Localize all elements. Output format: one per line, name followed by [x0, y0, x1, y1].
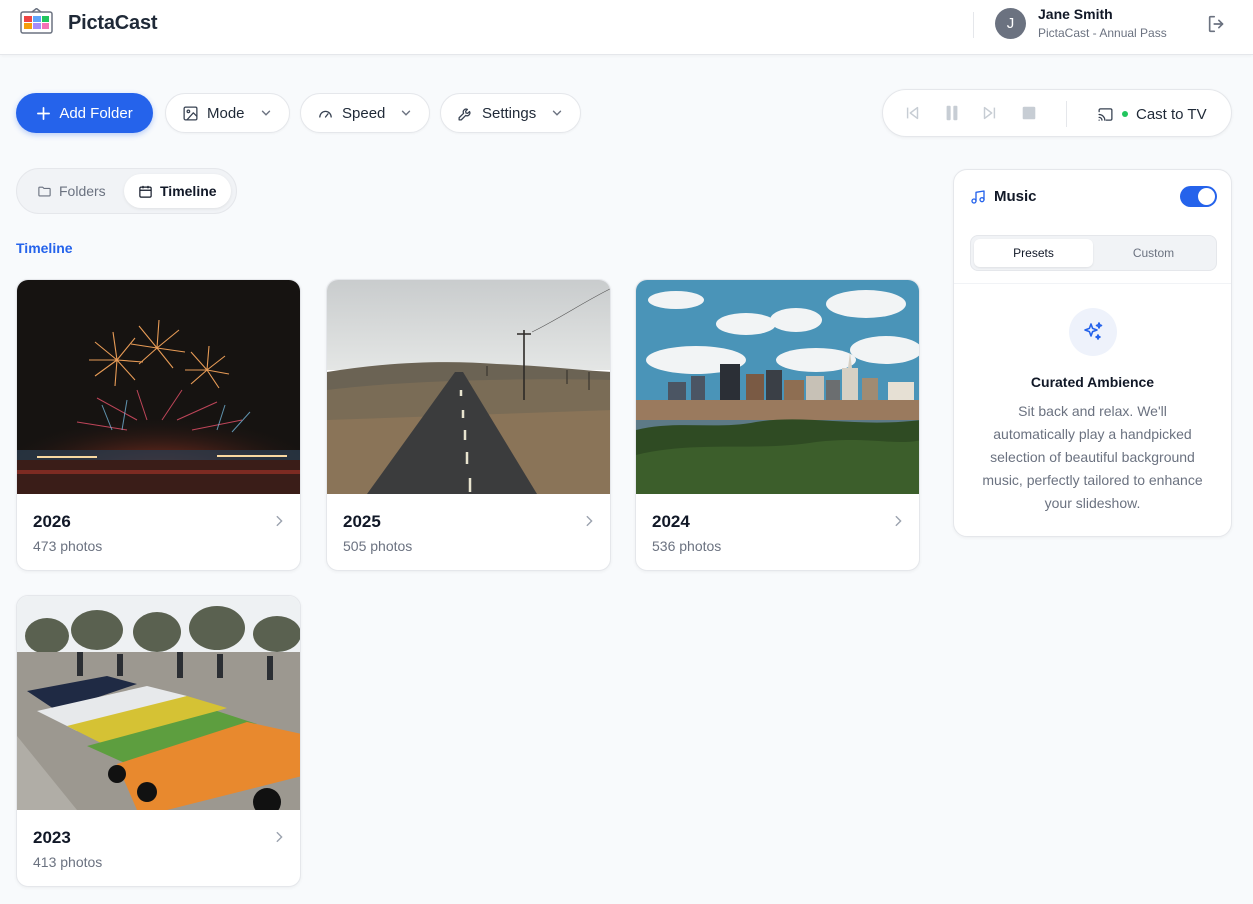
toggle-knob: [1198, 188, 1215, 205]
music-panel: Music Presets Custom Curated Ambience Si…: [953, 169, 1232, 537]
tab-custom[interactable]: Custom: [1094, 239, 1213, 267]
music-note-icon: [971, 190, 985, 204]
photo-count: 536 photos: [652, 538, 722, 554]
mode-label: Mode: [207, 104, 245, 122]
chevron-down-icon: [553, 110, 562, 116]
photo-count: 413 photos: [33, 854, 103, 870]
city-skyline-photo: [636, 280, 919, 494]
photo-count: 505 photos: [343, 538, 413, 554]
pause-icon[interactable]: [943, 104, 961, 122]
add-folder-label: Add Folder: [59, 104, 133, 122]
settings-dropdown[interactable]: Settings: [440, 93, 582, 133]
cast-label: Cast to TV: [1136, 105, 1207, 123]
sports-cars-photo: [17, 596, 300, 810]
year-title: 2023: [33, 828, 71, 847]
music-source-tabs: Presets Custom: [970, 235, 1217, 271]
user-name: Jane Smith: [1038, 6, 1113, 22]
pictacast-logo-icon: [20, 8, 53, 34]
cast-status-dot: [1122, 111, 1128, 117]
year-card-2026[interactable]: 2026 473 photos: [16, 279, 301, 571]
tab-folders-label: Folders: [59, 183, 106, 199]
year-title: 2024: [652, 512, 690, 531]
calendar-icon: [139, 185, 152, 198]
fireworks-photo: [17, 280, 300, 494]
chevron-right-icon: [276, 515, 283, 527]
chevron-right-icon: [586, 515, 593, 527]
add-folder-button[interactable]: Add Folder: [16, 93, 153, 133]
logout-icon[interactable]: [1206, 13, 1228, 35]
view-tabs: Folders Timeline: [16, 168, 237, 214]
music-divider: [954, 283, 1231, 284]
chevron-down-icon: [402, 110, 411, 116]
tab-timeline[interactable]: Timeline: [124, 174, 231, 208]
music-title: Music: [994, 188, 1037, 205]
chevron-right-icon: [895, 515, 902, 527]
chevron-down-icon: [261, 110, 270, 116]
speed-label: Speed: [342, 104, 386, 122]
music-toggle[interactable]: [1180, 186, 1217, 207]
year-card-2023[interactable]: 2023 413 photos: [16, 595, 301, 887]
tab-timeline-label: Timeline: [160, 183, 217, 199]
tab-folders[interactable]: Folders: [23, 174, 120, 208]
chevron-right-icon: [276, 831, 283, 843]
playback-controls: Cast to TV: [882, 89, 1232, 137]
section-title: Timeline: [16, 240, 73, 256]
cast-icon: [1098, 107, 1113, 121]
year-card-2024[interactable]: 2024 536 photos: [635, 279, 920, 571]
photo-count: 473 photos: [33, 538, 103, 554]
cast-to-tv-button[interactable]: Cast to TV: [1097, 103, 1207, 125]
settings-label: Settings: [482, 104, 537, 122]
year-card-2025[interactable]: 2025 505 photos: [326, 279, 611, 571]
speed-dropdown[interactable]: Speed: [300, 93, 431, 133]
wrench-icon: [458, 108, 471, 121]
plus-icon: [37, 106, 51, 120]
year-title: 2025: [343, 512, 381, 531]
tab-presets[interactable]: Presets: [974, 239, 1093, 267]
player-divider: [1066, 101, 1067, 127]
skip-forward-icon[interactable]: [980, 104, 998, 122]
app-header: PictaCast J Jane Smith PictaCast - Annua…: [0, 0, 1253, 55]
skip-back-icon[interactable]: [904, 104, 922, 122]
image-icon: [183, 105, 198, 121]
folder-icon: [38, 186, 51, 196]
preset-description: Sit back and relax. We'll automatically …: [982, 403, 1203, 511]
road-photo: [327, 280, 610, 494]
user-plan: PictaCast - Annual Pass: [1038, 26, 1167, 40]
year-title: 2026: [33, 512, 71, 531]
brand-name: PictaCast: [68, 12, 158, 34]
avatar[interactable]: J: [995, 8, 1026, 39]
gauge-icon: [319, 110, 332, 118]
sparkles-icon: [1069, 308, 1117, 356]
stop-icon[interactable]: [1020, 104, 1038, 122]
preset-title: Curated Ambience: [1030, 374, 1155, 390]
mode-dropdown[interactable]: Mode: [165, 93, 290, 133]
header-divider: [973, 12, 974, 38]
